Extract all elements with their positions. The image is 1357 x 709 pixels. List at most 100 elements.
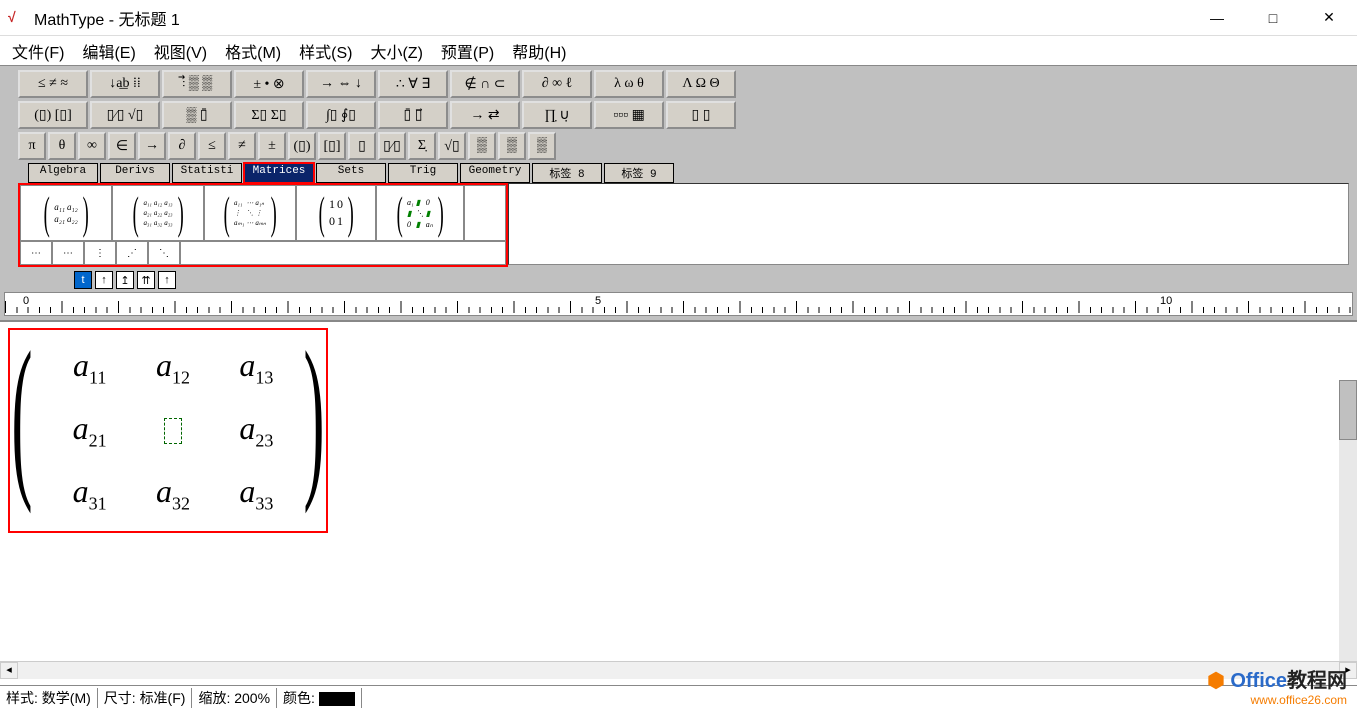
tab-matrices[interactable]: Matrices xyxy=(244,163,314,183)
tool-sum[interactable]: Σ▯ Σ▯ xyxy=(234,101,304,129)
nav-up-2[interactable]: ↥ xyxy=(116,271,134,289)
tool-arrows[interactable]: → ⇔ ↓ xyxy=(306,70,376,98)
tab-statisti[interactable]: Statisti xyxy=(172,163,242,183)
palette-vdots[interactable]: ⋮ xyxy=(84,241,116,265)
tool-greek-lower[interactable]: λ ω θ xyxy=(594,70,664,98)
ruler[interactable]: 0 5 10 xyxy=(4,292,1353,316)
matrix-cell-12[interactable]: a12 xyxy=(156,347,190,388)
minimize-button[interactable]: — xyxy=(1189,0,1245,36)
sym-sub3[interactable]: ▒ xyxy=(528,132,556,160)
sym-sub2[interactable]: ▒ xyxy=(498,132,526,160)
tool-arrows2[interactable]: → ⇄ xyxy=(450,101,520,129)
matrix-equation[interactable]: ( a11a12a13a21a23a31a32a33 ) xyxy=(8,328,328,533)
menu-file[interactable]: 文件(F) xyxy=(6,37,70,65)
nav-up-4[interactable]: ↑ xyxy=(158,271,176,289)
sym-paren[interactable]: (▯) xyxy=(288,132,316,160)
tab-8[interactable]: 标签 8 xyxy=(532,163,602,183)
app-icon: √ xyxy=(8,9,26,27)
menu-help[interactable]: 帮助(H) xyxy=(506,37,572,65)
tool-operators[interactable]: ± • ⊗ xyxy=(234,70,304,98)
nav-up-3[interactable]: ⇈ xyxy=(137,271,155,289)
toolbar-row-1: ≤ ≠ ≈ ↓a͟b ⁞⁞ ⫶⃗ ▒ ▒ ± • ⊗ → ⇔ ↓ ∴ ∀ ∃ ∉… xyxy=(18,70,1353,98)
menu-view[interactable]: 视图(V) xyxy=(148,37,213,65)
palette-diag[interactable]: (a₁▮0▮⋱▮0▮aₙ) xyxy=(376,185,464,241)
tab-sets[interactable]: Sets xyxy=(316,163,386,183)
palette-hdots[interactable]: ⋯ xyxy=(52,241,84,265)
matrix-cell-33[interactable]: a33 xyxy=(239,473,273,514)
palette-adots[interactable]: ⋰ xyxy=(116,241,148,265)
tool-spaces[interactable]: ↓a͟b ⁞⁞ xyxy=(90,70,160,98)
maximize-button[interactable]: □ xyxy=(1245,0,1301,36)
menu-format[interactable]: 格式(M) xyxy=(219,37,287,65)
scrollbar-thumb[interactable] xyxy=(1339,380,1357,440)
sym-arrow[interactable]: → xyxy=(138,132,166,160)
editor-area[interactable]: ( a11a12a13a21a23a31a32a33 ) xyxy=(0,322,1357,622)
nav-up-1[interactable]: ↑ xyxy=(95,271,113,289)
sym-infinity[interactable]: ∞ xyxy=(78,132,106,160)
status-zoom[interactable]: 缩放: 200% xyxy=(192,688,277,708)
tab-trig[interactable]: Trig xyxy=(388,163,458,183)
palette-identity[interactable]: (1001) xyxy=(296,185,376,241)
sym-sqrt[interactable]: √▯ xyxy=(438,132,466,160)
sym-sum[interactable]: Σ̣ xyxy=(408,132,436,160)
tool-embellish[interactable]: ⫶⃗ ▒ ▒ xyxy=(162,70,232,98)
tool-greek-upper[interactable]: Λ Ω Θ xyxy=(666,70,736,98)
matrix-cell-32[interactable]: a32 xyxy=(156,473,190,514)
status-size[interactable]: 尺寸: 标准(F) xyxy=(98,688,193,708)
tool-misc[interactable]: ∂ ∞ ℓ xyxy=(522,70,592,98)
tool-products[interactable]: ∏̣ ∪̣ xyxy=(522,101,592,129)
palette-2x2[interactable]: (a₁₁a₁₂a₂₁a₂₂) xyxy=(20,185,112,241)
palette-ddots[interactable]: ⋱ xyxy=(148,241,180,265)
matrix-cell-13[interactable]: a13 xyxy=(239,347,273,388)
menu-style[interactable]: 样式(S) xyxy=(293,37,358,65)
palette-hdots-low[interactable]: ⋯ xyxy=(20,241,52,265)
sym-box[interactable]: ▯ xyxy=(348,132,376,160)
tab-geometry[interactable]: Geometry xyxy=(460,163,530,183)
tab-9[interactable]: 标签 9 xyxy=(604,163,674,183)
horizontal-scrollbar[interactable]: ◂ ▸ xyxy=(0,661,1357,679)
status-style[interactable]: 样式: 数学(M) xyxy=(0,688,98,708)
ruler-mark-5: 5 xyxy=(595,295,601,307)
tool-overbar[interactable]: ▯̄ ▯⃗ xyxy=(378,101,448,129)
sym-theta[interactable]: θ xyxy=(48,132,76,160)
status-color[interactable]: 颜色: xyxy=(277,688,362,708)
sym-pi[interactable]: π xyxy=(18,132,46,160)
hscroll-left[interactable]: ◂ xyxy=(0,662,18,679)
tool-integral[interactable]: ∫▯ ∮▯ xyxy=(306,101,376,129)
tab-algebra[interactable]: Algebra xyxy=(28,163,98,183)
sym-sub1[interactable]: ▒ xyxy=(468,132,496,160)
palette-empty-1[interactable] xyxy=(464,185,506,241)
matrix-cell-23[interactable]: a23 xyxy=(239,410,273,451)
sym-in[interactable]: ∈ xyxy=(108,132,136,160)
tool-subsup[interactable]: ▒ ▯̄ xyxy=(162,101,232,129)
matrix-cell-31[interactable]: a31 xyxy=(73,473,107,514)
sym-pm[interactable]: ± xyxy=(258,132,286,160)
matrix-cell-11[interactable]: a11 xyxy=(73,347,106,388)
sym-neq[interactable]: ≠ xyxy=(228,132,256,160)
matrix-cell-22[interactable] xyxy=(164,418,182,444)
palette-extra[interactable] xyxy=(508,183,1349,265)
tool-fences[interactable]: (▯) [▯] xyxy=(18,101,88,129)
vertical-scrollbar[interactable] xyxy=(1339,380,1357,670)
tool-logical[interactable]: ∴ ∀ ∃ xyxy=(378,70,448,98)
palette-mxn[interactable]: (a₁₁⋯a₁ₙ⋮⋱⋮aₘ₁⋯aₘₙ) xyxy=(204,185,296,241)
tool-matrices[interactable]: ▫▫▫ ▦ xyxy=(594,101,664,129)
menu-edit[interactable]: 编辑(E) xyxy=(76,37,141,65)
menu-size[interactable]: 大小(Z) xyxy=(364,37,428,65)
sym-leq[interactable]: ≤ xyxy=(198,132,226,160)
menu-preferences[interactable]: 预置(P) xyxy=(435,37,500,65)
tool-relational[interactable]: ≤ ≠ ≈ xyxy=(18,70,88,98)
tool-set[interactable]: ∉ ∩ ⊂ xyxy=(450,70,520,98)
palette-3x3[interactable]: (a₁₁a₁₂a₁₃a₂₁a₂₂a₂₃a₃₁a₃₂a₃₃) xyxy=(112,185,204,241)
palette-empty-2[interactable] xyxy=(180,241,506,265)
tab-derivs[interactable]: Derivs xyxy=(100,163,170,183)
sym-partial[interactable]: ∂ xyxy=(168,132,196,160)
tool-boxes[interactable]: ▯ ▯ xyxy=(666,101,736,129)
tool-fractions[interactable]: ▯⁄▯ √▯ xyxy=(90,101,160,129)
nav-tab-icon[interactable]: t xyxy=(74,271,92,289)
matrix-cell-21[interactable]: a21 xyxy=(73,410,107,451)
sym-frac[interactable]: ▯⁄▯ xyxy=(378,132,406,160)
insertion-cursor[interactable] xyxy=(164,418,182,444)
sym-bracket[interactable]: [▯] xyxy=(318,132,346,160)
close-button[interactable]: ✕ xyxy=(1301,0,1357,36)
